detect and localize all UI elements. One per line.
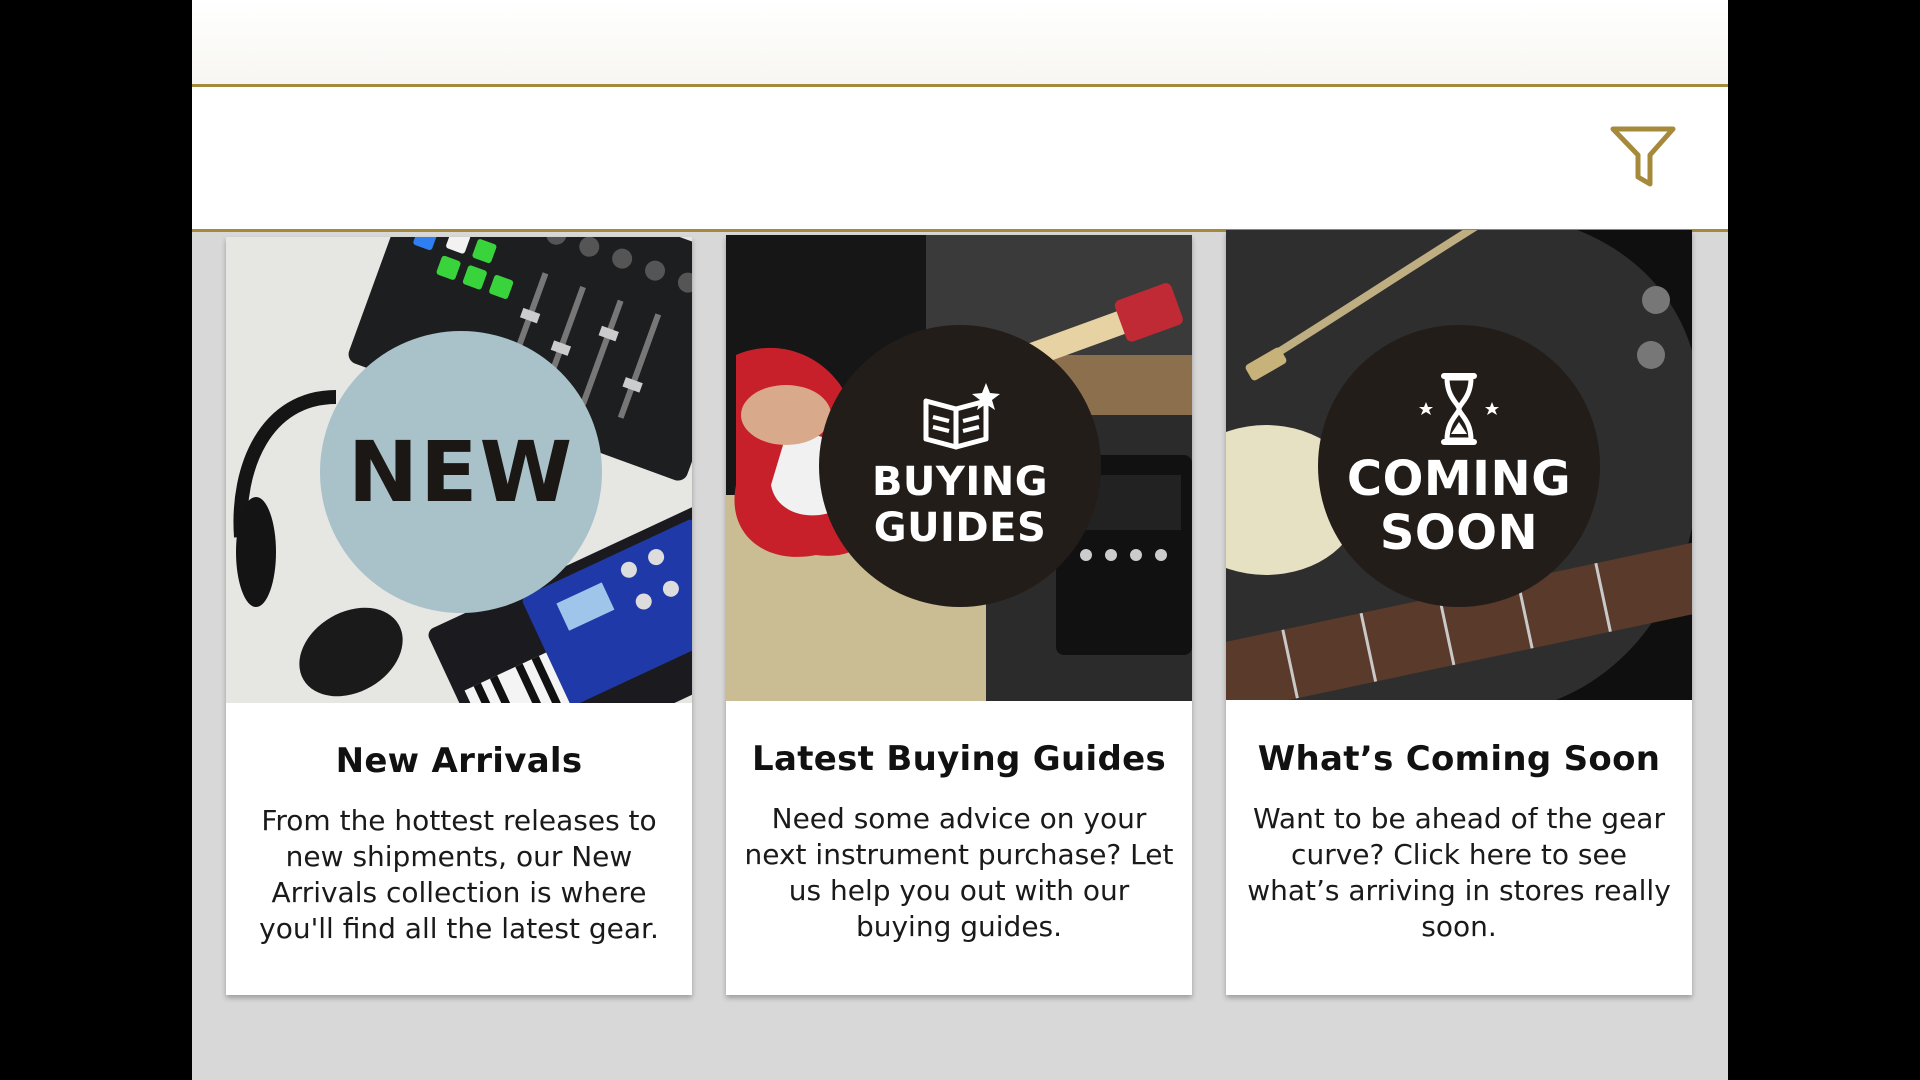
card-image-guitar-closeup: COMING SOON [1226, 230, 1692, 700]
hourglass-icon [1419, 373, 1499, 445]
filter-icon [1610, 126, 1676, 187]
card-description: From the hottest releases to new shipmen… [259, 804, 659, 945]
card-description: Want to be ahead of the gear curve? Clic… [1247, 802, 1671, 943]
card-grid: NEW New Arrivals From the hottest releas… [192, 230, 1728, 1080]
card-title: What’s Coming Soon [1257, 739, 1661, 779]
card-body: What’s Coming Soon Want to be ahead of t… [1226, 701, 1692, 945]
card-image-gear: NEW [226, 237, 692, 703]
card-title: Latest Buying Guides [752, 739, 1166, 779]
card-body: New Arrivals From the hottest releases t… [226, 703, 692, 947]
open-book-icon [923, 383, 1000, 450]
filter-button[interactable] [1608, 123, 1678, 191]
top-strip [192, 0, 1728, 87]
app-frame: NEW New Arrivals From the hottest releas… [192, 0, 1728, 1080]
badge-line: BUYING [871, 459, 1049, 505]
card-coming-soon[interactable]: COMING SOON What’s Coming Soon Want to b… [1226, 230, 1692, 995]
card-new-arrivals[interactable]: NEW New Arrivals From the hottest releas… [226, 237, 692, 995]
filter-bar [192, 87, 1728, 232]
badge-line: COMING [1346, 451, 1572, 507]
badge-line: GUIDES [873, 505, 1047, 551]
card-title: New Arrivals [335, 741, 583, 781]
new-badge-label: NEW [347, 423, 575, 521]
coming-soon-badge: COMING SOON [1318, 325, 1600, 607]
buying-guides-badge: BUYING GUIDES [819, 325, 1101, 607]
card-image-guitarist: BUYING GUIDES [726, 235, 1192, 701]
badge-line: SOON [1379, 505, 1539, 561]
new-badge: NEW [320, 331, 602, 613]
card-buying-guides[interactable]: BUYING GUIDES Latest Buying Guides Need … [726, 235, 1192, 995]
card-description: Need some advice on your next instrument… [744, 802, 1174, 943]
card-body: Latest Buying Guides Need some advice on… [726, 701, 1192, 945]
